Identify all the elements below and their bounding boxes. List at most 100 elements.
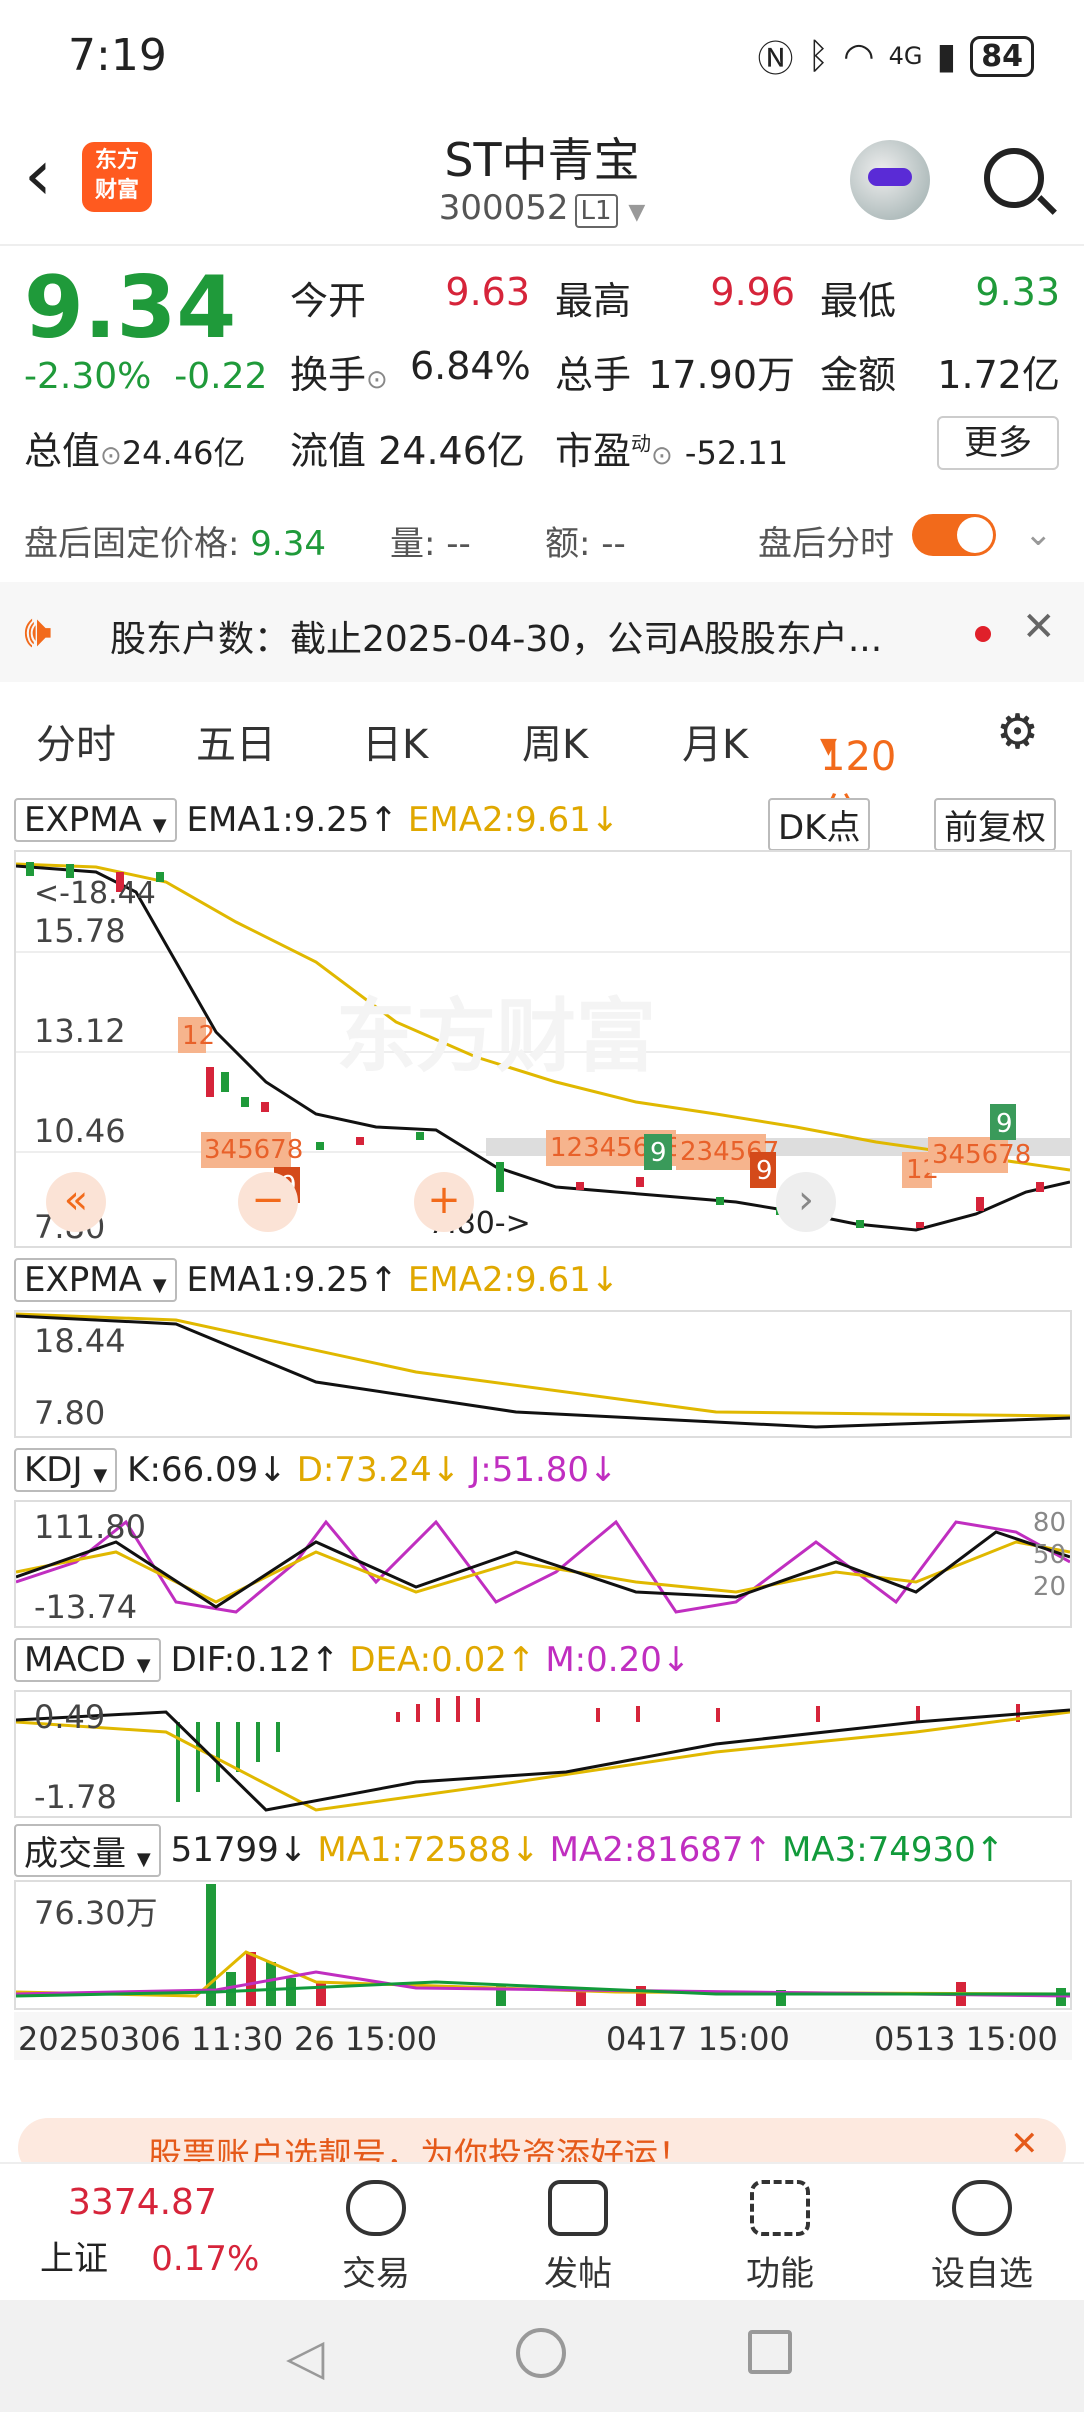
high-label: 最高: [555, 279, 632, 323]
sub-ema2-line: [16, 1312, 1070, 1418]
tab-day-k[interactable]: 日K: [362, 712, 428, 770]
svg-text:345678: 345678: [932, 1140, 1031, 1170]
sub-expma-svg: [16, 1312, 1070, 1429]
signal-icon: ▮: [936, 35, 957, 77]
macd-histogram: [176, 1696, 1020, 1802]
kdj-d-line: [16, 1540, 1070, 1604]
sub-expma-chart[interactable]: 18.44 7.80: [14, 1310, 1072, 1438]
fixed-price: 盘后固定价格: 9.34: [24, 516, 326, 565]
trade-button[interactable]: 交易: [306, 2174, 446, 2295]
zoom-out-icon[interactable]: −: [238, 1172, 298, 1232]
notice-bar[interactable]: 🕪 股东户数：截止2025-04-30，公司A股股东户... ✕: [0, 582, 1084, 682]
scroll-left-icon[interactable]: «: [46, 1172, 106, 1232]
tab-five-day[interactable]: 五日: [196, 712, 276, 770]
close-icon[interactable]: ✕: [1022, 604, 1056, 650]
x-tick-3: 0417 15:00: [606, 2020, 790, 2058]
float-cap: 流值 24.46亿: [290, 420, 525, 475]
macd-select[interactable]: MACD ▼: [14, 1638, 161, 1682]
time-axis: 20250306 11:30 26 15:00 0417 15:00 0513 …: [14, 2012, 1072, 2060]
zoom-in-icon[interactable]: +: [414, 1172, 474, 1232]
x-tick-2: 26 15:00: [294, 2020, 438, 2058]
ema2-arrow: ↓: [590, 800, 620, 840]
caret-icon: ▼: [136, 1655, 151, 1676]
macd-m: M:0.20↓: [545, 1640, 691, 1680]
gear-icon[interactable]: ⚙: [996, 704, 1039, 760]
volume-value: 51799↓: [170, 1830, 308, 1870]
scroll-right-icon[interactable]: ›: [776, 1172, 836, 1232]
kdj-ref-20: 20: [1032, 1572, 1066, 1602]
volume-chart[interactable]: 76.30万: [14, 1880, 1072, 2010]
float-label: 流值: [290, 429, 367, 473]
svg-text:345678: 345678: [204, 1135, 303, 1165]
post-button[interactable]: 发帖: [508, 2174, 648, 2295]
macd-dif-line: [16, 1708, 1070, 1812]
tab-month-k[interactable]: 月K: [682, 712, 748, 770]
main-indicator-select[interactable]: EXPMA ▼: [14, 798, 177, 842]
recents-nav-icon[interactable]: [748, 2330, 792, 2374]
kdj-d: D:73.24↓: [296, 1450, 461, 1490]
macd-svg: [16, 1696, 1070, 1812]
robot-avatar-icon[interactable]: [850, 140, 930, 220]
turnover-label-text: 换手: [290, 353, 367, 397]
unread-dot-icon: [975, 626, 991, 642]
kdj-k-line: [16, 1530, 1070, 1609]
kdj-ref-50: 50: [1032, 1540, 1066, 1570]
close-icon[interactable]: ✕: [1010, 2124, 1039, 2164]
change-percent: -2.30%: [24, 356, 152, 397]
kdj-chart[interactable]: 111.80 -13.74 80 50 20: [14, 1500, 1072, 1628]
macd-chart[interactable]: 0.49 -1.78: [14, 1690, 1072, 1818]
info-icon[interactable]: ⊙: [651, 441, 673, 471]
nfc-icon: Ⓝ: [757, 39, 794, 80]
y-tick-1: 15.78: [34, 912, 126, 950]
watermark: 东方财富: [336, 990, 656, 1083]
status-icons: Ⓝ ᛒ ◠ 4G ▮ 84: [758, 30, 1034, 82]
turnover-value: 6.84%: [410, 344, 531, 388]
mktcap-label: 总值⊙24.46亿: [24, 420, 245, 475]
battery-level: 84: [970, 35, 1034, 77]
status-bar: 7:19 Ⓝ ᛒ ◠ 4G ▮ 84: [0, 0, 1084, 110]
kdj-row: KDJ ▼ K:66.09↓ D:73.24↓ J:51.80↓: [14, 1444, 618, 1496]
price-change: -2.30% -0.22: [24, 356, 267, 397]
tab-week-k[interactable]: 周K: [522, 712, 588, 770]
adjust-button[interactable]: 前复权: [934, 798, 1056, 851]
pe-ratio: 市盈动⊙ -52.11: [555, 420, 788, 475]
more-button[interactable]: 更多: [937, 416, 1059, 470]
y-tick-2: 13.12: [34, 1012, 126, 1050]
ema2-text: EMA2:9.61: [407, 800, 591, 840]
mktcap-label-text: 总值: [24, 429, 101, 473]
function-button[interactable]: 功能: [710, 2174, 850, 2295]
kdj-y-bottom: -13.74: [34, 1588, 138, 1626]
ema1-arrow: ↑: [369, 800, 398, 840]
ah-amt-value: --: [601, 524, 626, 564]
kdj-y-top: 111.80: [34, 1508, 146, 1546]
info-icon[interactable]: ⊙: [366, 365, 388, 395]
sub-indicator-label: EXPMA: [24, 1260, 142, 1300]
volume-ma1: MA1:72588↓: [317, 1830, 540, 1870]
kdj-select[interactable]: KDJ ▼: [14, 1448, 118, 1492]
info-icon[interactable]: ⊙: [100, 441, 122, 471]
chevron-down-icon[interactable]: ⌄: [1024, 514, 1053, 554]
tab-intraday[interactable]: 分时: [36, 712, 116, 770]
after-hours-row: 盘后固定价格: 9.34 量: -- 额: -- 盘后分时 ⌄: [0, 478, 1084, 578]
sub-indicator-select[interactable]: EXPMA ▼: [14, 1258, 177, 1302]
home-nav-icon[interactable]: [516, 2328, 566, 2378]
x-tick-4: 0513 15:00: [874, 2020, 1058, 2058]
index-value: 3374.87: [68, 2182, 217, 2223]
after-hours-toggle[interactable]: [912, 514, 996, 556]
caret-icon: ▼: [820, 734, 837, 759]
open-value: 9.63: [445, 270, 530, 314]
add-watchlist-button[interactable]: 设自选: [912, 2174, 1052, 2295]
index-row: 上证 0.17%: [40, 2231, 290, 2280]
back-nav-icon[interactable]: ◁: [286, 2328, 324, 2386]
index-widget[interactable]: 3374.87 上证 0.17%: [40, 2182, 290, 2280]
search-icon[interactable]: [984, 148, 1044, 208]
grid-icon: [750, 2180, 810, 2236]
caret-icon: ▼: [152, 815, 167, 836]
kline-chart[interactable]: 12 345678 9 123456789 9 234567 9 12 3456…: [14, 850, 1072, 1248]
sub-expma-row: EXPMA ▼ EMA1:9.25↑ EMA2:9.61↓: [14, 1254, 619, 1306]
index-change: 0.17%: [151, 2239, 260, 2279]
dk-button[interactable]: DK点: [768, 798, 871, 851]
volume-select[interactable]: 成交量 ▼: [14, 1823, 161, 1877]
volume-ma3: MA3:74930↑: [781, 1830, 1005, 1870]
more-icon: [952, 2180, 1012, 2236]
